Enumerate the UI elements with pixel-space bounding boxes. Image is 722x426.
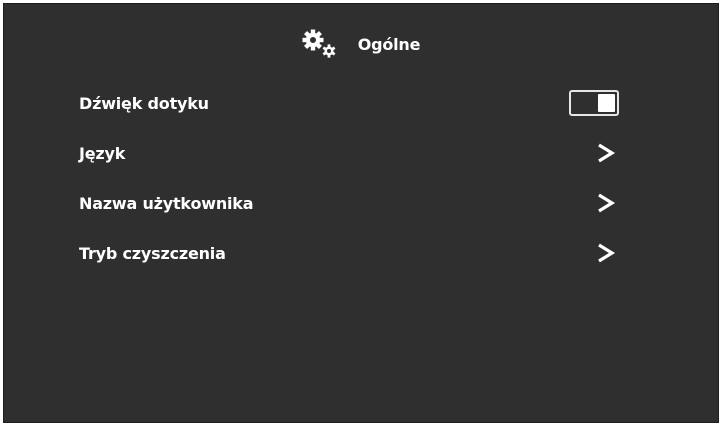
setting-label-language: Język bbox=[79, 143, 126, 163]
page-title: Ogólne bbox=[357, 34, 421, 54]
touch-sound-toggle[interactable] bbox=[569, 90, 619, 116]
setting-label-username: Nazwa użytkownika bbox=[79, 193, 254, 213]
setting-row-cleaning-mode[interactable]: Tryb czyszczenia bbox=[79, 238, 619, 268]
settings-screen: Ogólne Dźwięk dotyku Język Nazwa użytkow… bbox=[3, 3, 719, 423]
setting-row-touch-sound[interactable]: Dźwięk dotyku bbox=[79, 88, 619, 118]
gears-icon bbox=[302, 29, 336, 59]
chevron-right-icon[interactable] bbox=[593, 141, 617, 165]
toggle-knob bbox=[598, 94, 615, 112]
settings-header: Ogólne bbox=[4, 26, 718, 62]
setting-label-cleaning-mode: Tryb czyszczenia bbox=[79, 243, 226, 263]
chevron-right-icon[interactable] bbox=[593, 241, 617, 265]
chevron-right-icon[interactable] bbox=[593, 191, 617, 215]
setting-label-touch-sound: Dźwięk dotyku bbox=[79, 93, 209, 113]
setting-row-language[interactable]: Język bbox=[79, 138, 619, 168]
setting-row-username[interactable]: Nazwa użytkownika bbox=[79, 188, 619, 218]
